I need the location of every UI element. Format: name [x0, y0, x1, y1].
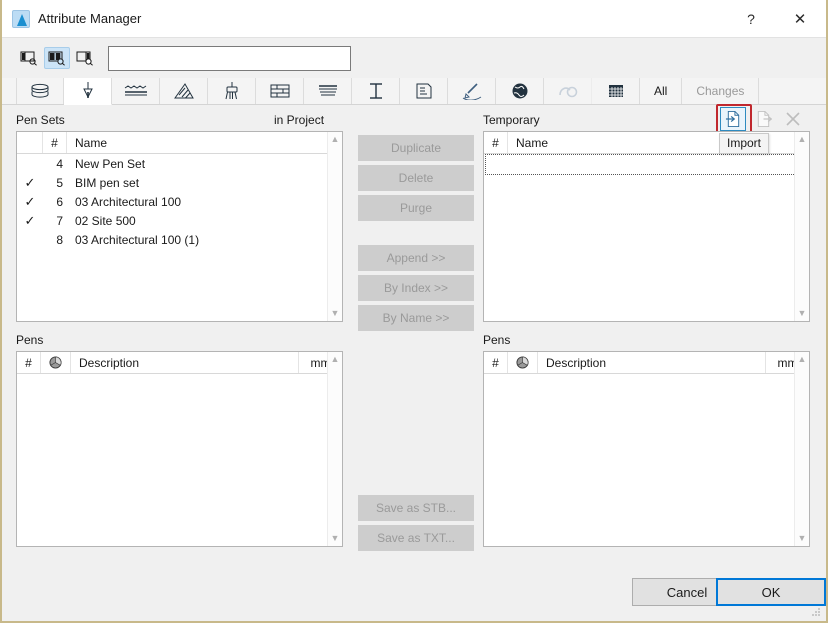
- temporary-scrollbar[interactable]: ▲ ▼: [794, 132, 809, 321]
- color-wheel-icon: [41, 352, 71, 373]
- temporary-list[interactable]: # Name ▲ ▼: [483, 131, 810, 322]
- name-column-header: Name: [75, 135, 108, 150]
- row-check[interactable]: ✓: [17, 175, 43, 191]
- search-input[interactable]: [108, 45, 351, 71]
- row-name: New Pen Set: [75, 156, 146, 171]
- table-row[interactable]: 8 03 Architectural 100 (1): [17, 230, 342, 249]
- row-name: BIM pen set: [75, 175, 140, 190]
- right-panel-title: Temporary: [483, 113, 540, 127]
- row-check[interactable]: ✓: [17, 194, 43, 210]
- save-as-txt-button[interactable]: Save as TXT...: [358, 525, 474, 551]
- filter-all[interactable]: All: [640, 78, 683, 104]
- tab-layer-combinations[interactable]: [400, 78, 448, 104]
- table-row[interactable]: ✓ 6 03 Architectural 100: [17, 192, 342, 211]
- attribute-type-tabs: All Changes: [2, 78, 826, 105]
- tab-markup-styles[interactable]: [448, 78, 496, 104]
- save-as-stb-button[interactable]: Save as STB...: [358, 495, 474, 521]
- scroll-up-icon[interactable]: ▲: [331, 135, 340, 144]
- pen-sets-list-header: # Name: [17, 132, 342, 154]
- right-pens-title: Pens: [483, 333, 511, 347]
- left-panel-title: Pen Sets: [16, 113, 65, 127]
- by-name-button[interactable]: By Name >>: [358, 305, 474, 331]
- left-pens-list[interactable]: # Description mm ▲ ▼: [16, 351, 343, 547]
- row-num: 6: [56, 194, 63, 209]
- pen-sets-list[interactable]: # Name 4 New Pen Set ✓ 5 BIM pen set ✓ 6…: [16, 131, 343, 322]
- search-scope-right-icon[interactable]: [72, 47, 98, 69]
- scroll-down-icon[interactable]: ▼: [331, 534, 340, 543]
- search-scope-group: [16, 47, 98, 69]
- left-panel-source-label: in Project: [274, 113, 325, 127]
- resize-grip-icon[interactable]: [811, 607, 821, 617]
- attribute-manager-window: Attribute Manager ? ✕ All Changes Pen Se…: [0, 0, 828, 623]
- window-controls: ? ✕: [728, 0, 826, 37]
- tab-grids[interactable]: [592, 78, 640, 104]
- help-button[interactable]: ?: [728, 0, 774, 37]
- scroll-up-icon[interactable]: ▲: [798, 355, 807, 364]
- right-pens-list[interactable]: # Description mm ▲ ▼: [483, 351, 810, 547]
- scroll-up-icon[interactable]: ▲: [331, 355, 340, 364]
- num-column-header: #: [43, 132, 67, 153]
- left-pens-title: Pens: [16, 333, 44, 347]
- table-row[interactable]: 4 New Pen Set: [17, 154, 342, 173]
- scroll-down-icon[interactable]: ▼: [798, 309, 807, 318]
- color-wheel-icon: [508, 352, 538, 373]
- description-column-header: Description: [546, 355, 607, 370]
- right-pens-header: # Description mm: [484, 352, 809, 374]
- row-num: 4: [56, 156, 63, 171]
- import-tooltip: Import: [719, 133, 770, 154]
- ok-button[interactable]: OK: [716, 578, 826, 606]
- tab-zone-categories[interactable]: [304, 78, 352, 104]
- tab-profiles[interactable]: [352, 78, 400, 104]
- tab-surfaces[interactable]: [208, 78, 256, 104]
- row-name: 03 Architectural 100: [75, 194, 182, 209]
- by-index-button[interactable]: By Index >>: [358, 275, 474, 301]
- tab-composites[interactable]: [256, 78, 304, 104]
- table-row[interactable]: ✓ 5 BIM pen set: [17, 173, 342, 192]
- row-name: 03 Architectural 100 (1): [75, 232, 200, 247]
- description-column-header: Description: [79, 355, 140, 370]
- main-body: Pen Sets in Project # Name 4 New Pen Set…: [2, 104, 826, 567]
- close-window-button[interactable]: ✕: [774, 0, 826, 37]
- window-title: Attribute Manager: [38, 11, 142, 26]
- scroll-down-icon[interactable]: ▼: [798, 534, 807, 543]
- row-num: 5: [56, 175, 63, 190]
- archicad-icon: [12, 9, 30, 28]
- tab-pens[interactable]: [64, 78, 112, 105]
- tab-mep-systems[interactable]: [544, 78, 592, 104]
- tab-line-types[interactable]: [112, 78, 160, 104]
- pen-sets-scrollbar[interactable]: ▲ ▼: [327, 132, 342, 321]
- append-button[interactable]: Append >>: [358, 245, 474, 271]
- left-pens-scrollbar[interactable]: ▲ ▼: [327, 352, 342, 546]
- search-toolbar: [2, 38, 826, 78]
- scroll-down-icon[interactable]: ▼: [331, 309, 340, 318]
- search-scope-left-icon[interactable]: [16, 47, 42, 69]
- export-button: [750, 107, 776, 131]
- left-pens-header: # Description mm: [17, 352, 342, 374]
- title-bar: Attribute Manager ? ✕: [2, 0, 826, 38]
- num-column-header: #: [17, 352, 41, 373]
- table-row[interactable]: ✓ 7 02 Site 500: [17, 211, 342, 230]
- scroll-up-icon[interactable]: ▲: [798, 135, 807, 144]
- search-scope-both-icon[interactable]: [44, 47, 70, 69]
- right-pens-scrollbar[interactable]: ▲ ▼: [794, 352, 809, 546]
- delete-button[interactable]: Delete: [358, 165, 474, 191]
- row-num: 7: [56, 213, 63, 228]
- num-column-header: #: [484, 352, 508, 373]
- check-column-header: [17, 132, 43, 153]
- row-check[interactable]: ✓: [17, 213, 43, 229]
- close-file-button: [780, 107, 806, 131]
- pen-sets-rows: 4 New Pen Set ✓ 5 BIM pen set ✓ 6 03 Arc…: [17, 154, 342, 249]
- tab-cities[interactable]: [496, 78, 544, 104]
- tab-building-materials[interactable]: [16, 78, 64, 104]
- row-name: 02 Site 500: [75, 213, 136, 228]
- row-num: 8: [56, 232, 63, 247]
- temporary-focus-row[interactable]: [485, 154, 808, 175]
- filter-changes[interactable]: Changes: [682, 78, 760, 104]
- duplicate-button[interactable]: Duplicate: [358, 135, 474, 161]
- tab-fill-types[interactable]: [160, 78, 208, 104]
- dialog-footer: Cancel OK: [2, 567, 826, 621]
- purge-button[interactable]: Purge: [358, 195, 474, 221]
- num-column-header: #: [484, 132, 508, 153]
